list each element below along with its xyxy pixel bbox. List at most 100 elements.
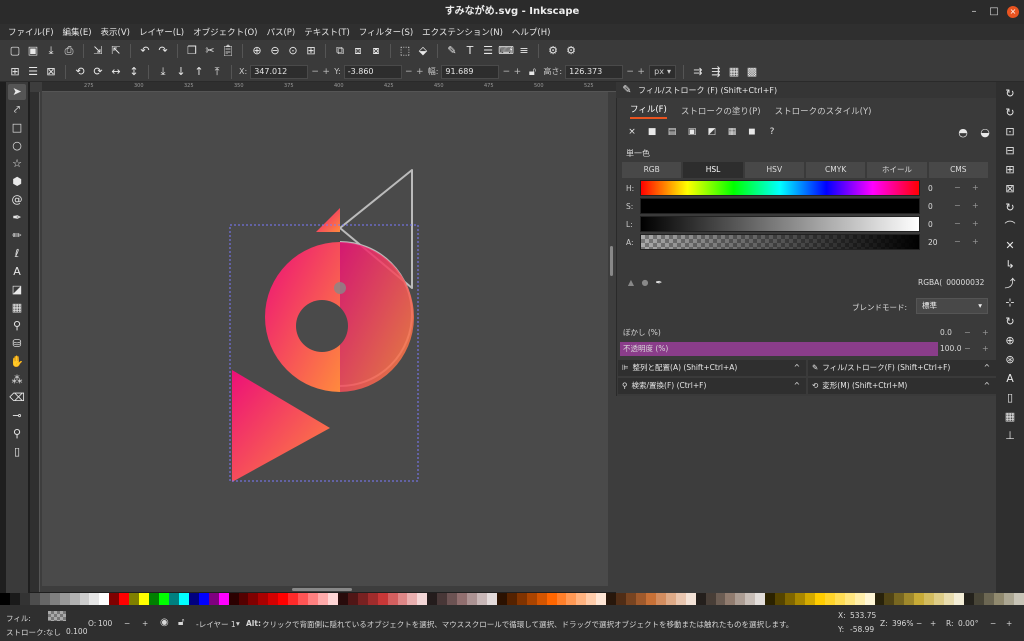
star-tool-icon[interactable]: ☆ [8,156,26,172]
zoom-increment[interactable]: + [930,619,936,628]
cut-icon[interactable]: ✂ [203,44,217,58]
mode-wheel[interactable]: ホイール [867,162,927,178]
text-tool-icon[interactable]: A [8,264,26,280]
palette-swatch[interactable] [268,593,279,605]
gradient-tool-icon[interactable]: ◪ [8,282,26,298]
dock-transform[interactable]: ⟲ 変形(M) (Shift+Ctrl+M) ^ [808,378,996,394]
duplicate-icon[interactable]: ⧉ [333,44,347,58]
swatch-icon[interactable]: ◼ [746,126,758,138]
scale-stroke-icon[interactable]: ⇉ [691,65,705,79]
rotate-cw-icon[interactable]: ⟳ [91,65,105,79]
palette-swatch[interactable] [29,593,40,605]
palette-swatch[interactable] [109,593,120,605]
palette-swatch[interactable] [665,593,676,605]
snap-nodes-icon[interactable]: ↻ [1002,200,1018,216]
layer-lock-icon[interactable]: 🔓︎ [178,617,184,628]
alpha-decrement-button[interactable]: − [954,237,961,246]
snap-grid-icon[interactable]: ▦ [1002,409,1018,425]
palette-swatch[interactable] [377,593,388,605]
chevron-up-icon[interactable]: ^ [984,378,990,394]
ellipse-tool-icon[interactable]: ○ [8,138,26,154]
measure-tool-icon[interactable]: ▯ [8,444,26,460]
snap-midpoint-icon[interactable]: ⊹ [1002,295,1018,311]
palette-swatch[interactable] [178,593,189,605]
lightness-increment-button[interactable]: + [972,219,979,228]
layer-visibility-icon[interactable]: ◉ [160,617,169,628]
palette-swatch[interactable] [725,593,736,605]
mode-hsv[interactable]: HSV [744,162,804,178]
snap-guide-icon[interactable]: ⊥ [1002,428,1018,444]
mesh-gradient-icon[interactable]: ◩ [706,126,718,138]
pen-tool-icon[interactable]: ✒ [8,210,26,226]
x-increment-button[interactable]: + [322,67,330,77]
palette-swatch[interactable] [467,593,477,605]
palette-swatch[interactable] [993,593,1004,605]
palette-swatch[interactable] [586,593,597,605]
flip-vertical-icon[interactable]: ↕ [127,65,141,79]
selector-tool-icon[interactable]: ➤ [8,84,26,100]
color-picker-icon[interactable]: ✒ [654,276,664,290]
deselect-icon[interactable]: ⊠ [44,65,58,79]
mode-rgb[interactable]: RGB [622,162,682,178]
palette-swatch[interactable] [477,593,487,605]
x-input[interactable] [250,64,309,79]
rectangle-tool-icon[interactable]: □ [8,120,26,136]
saturation-decrement-button[interactable]: − [954,201,961,210]
palette-swatch[interactable] [894,593,905,605]
fill-rule-nonzero-icon[interactable]: ◒ [978,126,992,140]
dropper-tool-icon[interactable]: ⚲ [8,318,26,334]
palette-swatch[interactable] [924,593,935,605]
minimize-button[interactable]: – [968,6,980,18]
saturation-increment-button[interactable]: + [972,201,979,210]
alpha-increment-button[interactable]: + [972,237,979,246]
vertical-scrollbar[interactable] [610,246,613,276]
palette-swatch[interactable] [397,593,408,605]
blur-decrement-button[interactable]: − [964,326,971,340]
opacity-status-increment[interactable]: + [142,619,148,628]
lightness-slider[interactable] [640,216,920,232]
palette-swatch[interactable] [427,593,438,605]
palette-swatch[interactable] [954,593,964,605]
palette-swatch[interactable] [298,593,309,605]
layers-icon[interactable]: ☰ [481,44,495,58]
fill-rule-evenodd-icon[interactable]: ◓ [956,126,970,140]
blur-increment-button[interactable]: + [982,326,989,340]
palette-swatch[interactable] [705,593,716,605]
palette-swatch[interactable] [288,593,299,605]
select-all-layers-icon[interactable]: ☰ [26,65,40,79]
layer-select[interactable]: -レイヤー 1 [196,619,236,630]
hue-slider[interactable] [640,180,920,196]
export-icon[interactable]: ⇱ [109,44,123,58]
palette-swatch[interactable] [904,593,915,605]
width-input[interactable] [441,64,500,79]
palette-swatch[interactable] [417,593,428,605]
tab-stroke-paint[interactable]: ストロークの塗り(P) [681,105,761,117]
palette-swatch[interactable] [39,593,50,605]
zoom-drawing-icon[interactable]: ⊖ [268,44,282,58]
lightness-value[interactable]: 0 [928,220,952,229]
snap-bbox-icon[interactable]: ↻ [1002,105,1018,121]
palette-swatch[interactable] [188,593,199,605]
palette-swatch[interactable] [596,593,607,605]
width-decrement-button[interactable]: − [502,67,511,77]
palette-swatch[interactable] [963,593,974,605]
palette-swatch[interactable] [79,593,90,605]
palette-swatch[interactable] [626,593,636,605]
palette-swatch[interactable] [19,593,30,605]
undo-icon[interactable]: ↶ [138,44,152,58]
menu-file[interactable]: ファイル(F) [8,26,54,38]
palette-swatch[interactable] [735,593,746,605]
palette-swatch[interactable] [616,593,627,605]
group-icon[interactable]: ⬚ [398,44,412,58]
paint-bucket-tool-icon[interactable]: ⛁ [8,336,26,352]
dock-find-replace[interactable]: ⚲ 検索/置換(F) (Ctrl+F) ^ [618,378,806,394]
tab-fill[interactable]: フィル(F) [630,103,667,119]
palette-swatch[interactable] [119,593,130,605]
spray-tool-icon[interactable]: ⁂ [8,372,26,388]
zoom-width-icon[interactable]: ⊞ [304,44,318,58]
palette-swatch[interactable] [636,593,646,605]
chevron-up-icon[interactable]: ^ [794,360,800,376]
palette-swatch[interactable] [864,593,875,605]
palette-swatch[interactable] [814,593,825,605]
palette-swatch[interactable] [159,593,169,605]
